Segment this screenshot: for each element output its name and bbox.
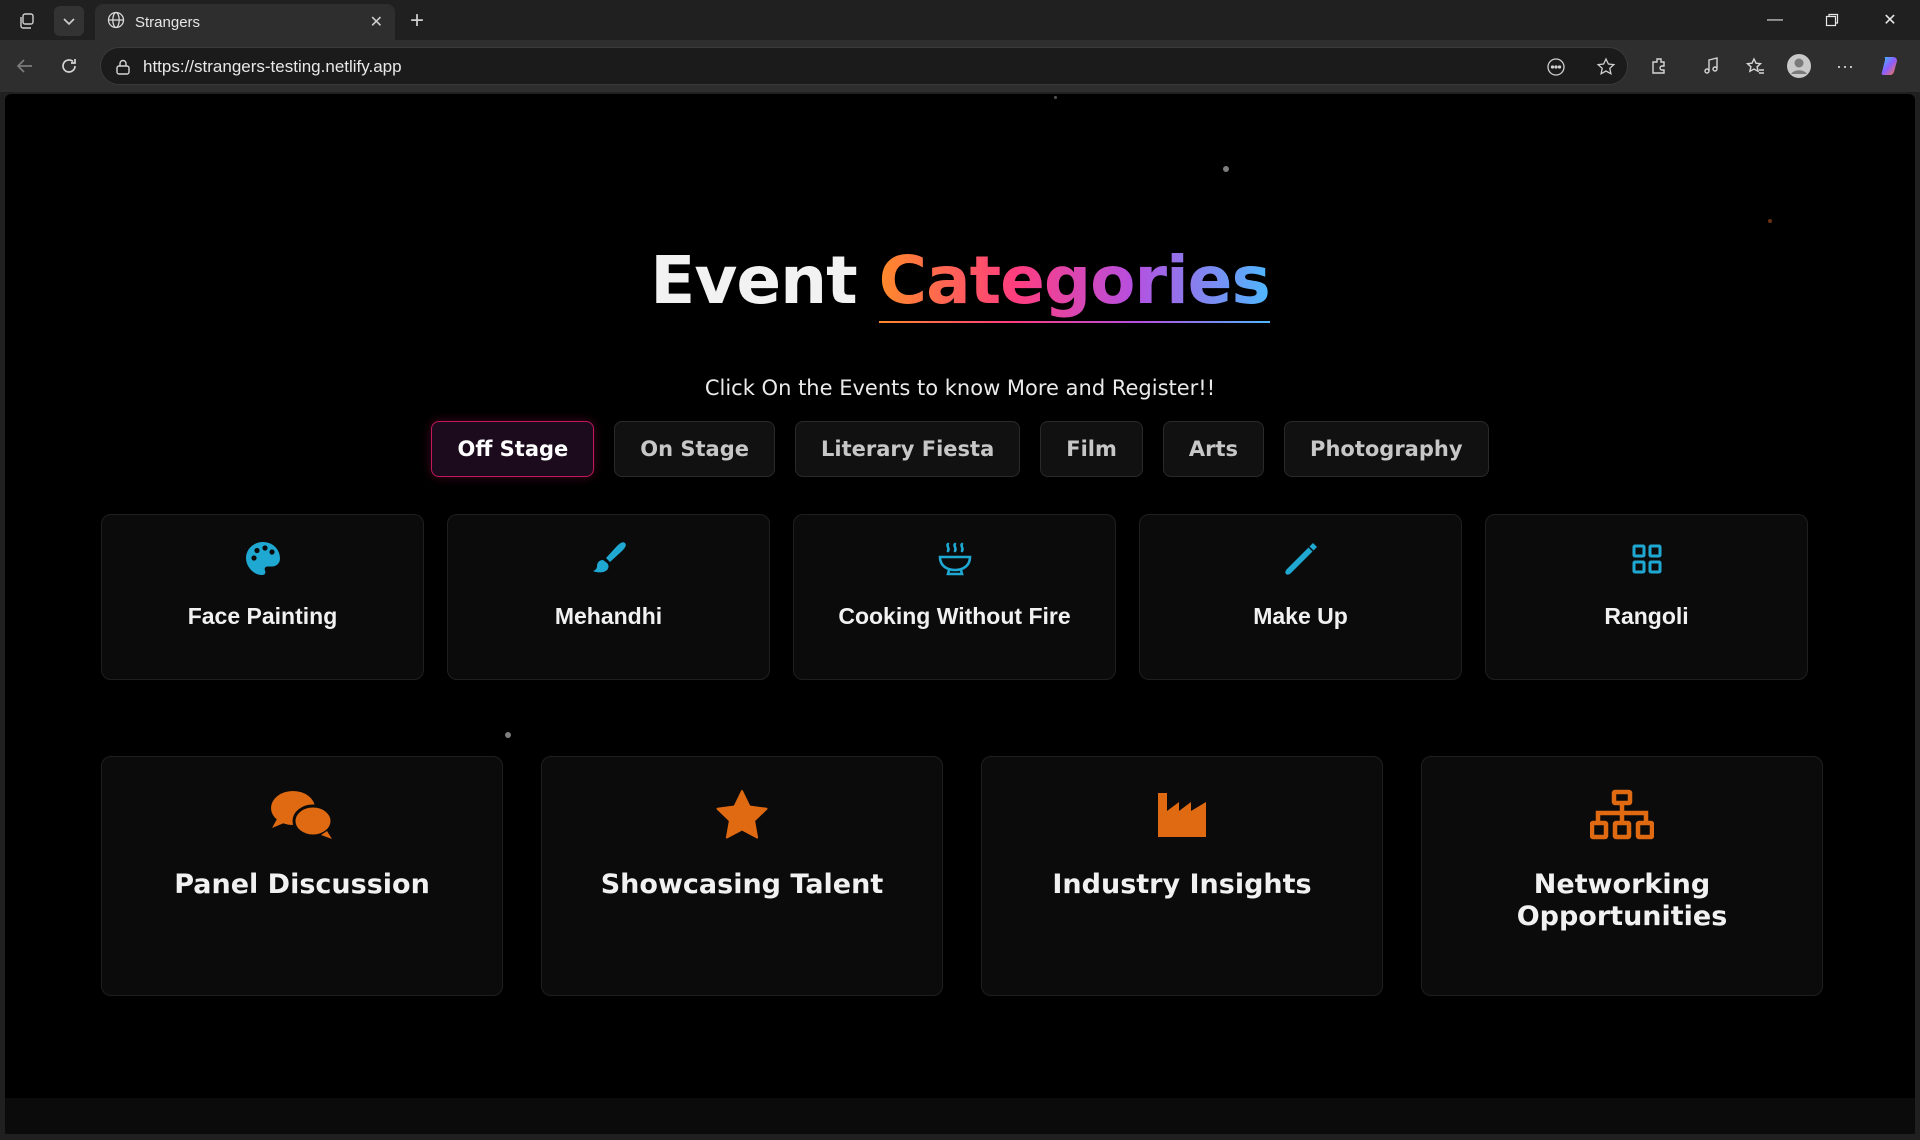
event-card-rangoli[interactable]: Rangoli	[1485, 514, 1808, 680]
filter-literary-fiesta[interactable]: Literary Fiesta	[795, 421, 1021, 477]
browser-tab-bar: Strangers ✕ + — ✕	[0, 0, 1920, 40]
event-label: Mehandhi	[554, 603, 663, 629]
address-toolbar: https://strangers-testing.netlify.app ··…	[0, 40, 1920, 92]
feature-card-networking-opportunities[interactable]: Networking Opportunities	[1421, 756, 1823, 996]
tab-title: Strangers	[135, 13, 201, 31]
star-particle	[1768, 219, 1772, 223]
url-text: https://strangers-testing.netlify.app	[143, 57, 402, 76]
restore-button[interactable]	[1804, 0, 1860, 40]
event-card-make-up[interactable]: Make Up	[1139, 514, 1462, 680]
feature-label: Showcasing Talent	[600, 869, 884, 900]
event-label: Face Painting	[187, 603, 338, 629]
star-particle	[505, 732, 511, 738]
grid-icon	[1631, 539, 1663, 579]
globe-icon	[107, 11, 125, 33]
profile-avatar[interactable]	[1784, 51, 1814, 81]
back-button[interactable]	[10, 51, 40, 81]
feature-label: Industry Insights	[1052, 869, 1312, 900]
event-label: Make Up	[1253, 603, 1348, 629]
more-options-icon[interactable]: ···	[1830, 51, 1860, 81]
star-particle	[1223, 166, 1229, 172]
feature-label: Networking Opportunities	[1516, 869, 1728, 932]
close-window-button[interactable]: ✕	[1862, 0, 1918, 40]
copilot-icon[interactable]	[1876, 51, 1906, 81]
filter-film[interactable]: Film	[1040, 421, 1143, 477]
minimize-button[interactable]: —	[1747, 0, 1803, 40]
star-particle	[1054, 96, 1057, 99]
filter-off-stage[interactable]: Off Stage	[431, 421, 595, 477]
event-card-cooking-without-fire[interactable]: Cooking Without Fire	[793, 514, 1116, 680]
media-control-icon[interactable]	[1696, 51, 1726, 81]
browser-tab[interactable]: Strangers ✕	[95, 4, 395, 40]
event-label: Rangoli	[1604, 603, 1689, 629]
event-card-face-painting[interactable]: Face Painting	[101, 514, 424, 680]
page-subtitle: Click On the Events to know More and Reg…	[704, 376, 1216, 400]
filter-arts[interactable]: Arts	[1162, 421, 1265, 477]
factory-icon	[1156, 789, 1208, 841]
feature-cards-row: Panel Discussion Showcasing Talent Indus…	[101, 756, 1825, 996]
paintbrush-icon	[590, 539, 628, 579]
star-icon	[715, 789, 769, 841]
feature-card-showcasing-talent[interactable]: Showcasing Talent	[541, 756, 943, 996]
favorite-star-icon[interactable]	[1595, 56, 1617, 78]
event-card-mehandhi[interactable]: Mehandhi	[447, 514, 770, 680]
filter-photography[interactable]: Photography	[1284, 421, 1489, 477]
page-bottom-strip	[5, 1098, 1915, 1134]
close-tab-icon[interactable]: ✕	[370, 12, 383, 32]
category-filter-bar: Off Stage On Stage Literary Fiesta Film …	[5, 421, 1915, 477]
url-bar[interactable]: https://strangers-testing.netlify.app	[100, 47, 1628, 85]
wand-icon	[1282, 539, 1320, 579]
filter-on-stage[interactable]: On Stage	[614, 421, 776, 477]
bowl-steam-icon	[937, 539, 973, 579]
feature-label: Panel Discussion	[174, 869, 430, 900]
event-label: Cooking Without Fire	[838, 603, 1071, 629]
new-tab-button[interactable]: +	[402, 6, 432, 36]
event-cards-row: Face Painting Mehandhi Cooking Without F…	[101, 514, 1825, 680]
workspaces-icon[interactable]	[12, 6, 42, 36]
network-icon	[1590, 789, 1654, 841]
tab-list-chevron-icon[interactable]	[54, 6, 84, 36]
feature-card-industry-insights[interactable]: Industry Insights	[981, 756, 1383, 996]
feature-card-panel-discussion[interactable]: Panel Discussion	[101, 756, 503, 996]
title-gradient: Categories	[878, 242, 1271, 323]
reader-mode-icon[interactable]	[1545, 56, 1567, 78]
page-title: Event Categories	[5, 242, 1915, 323]
reload-button[interactable]	[54, 51, 84, 81]
title-plain: Event	[650, 242, 857, 319]
lock-icon[interactable]	[115, 58, 131, 81]
page-viewport: Event Categories Click On the Events to …	[5, 94, 1915, 1134]
palette-icon	[244, 539, 282, 579]
chat-bubbles-icon	[269, 789, 335, 841]
extensions-icon[interactable]	[1644, 51, 1674, 81]
favorites-icon[interactable]	[1740, 51, 1770, 81]
